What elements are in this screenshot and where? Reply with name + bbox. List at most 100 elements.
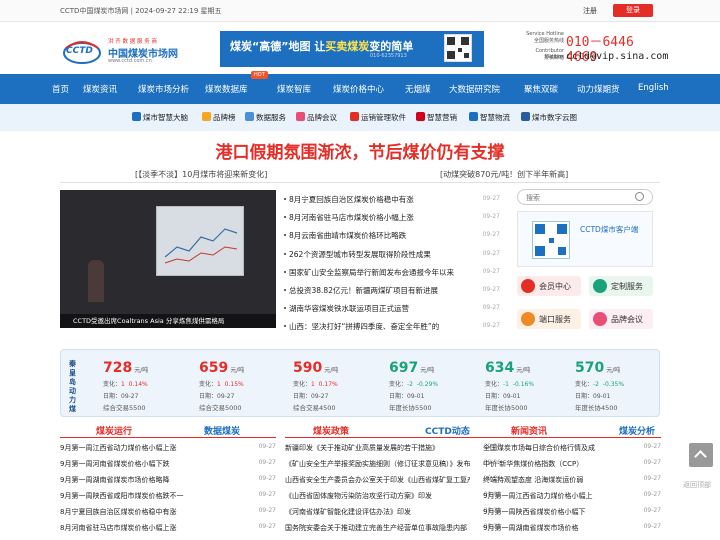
presentation-screen — [156, 206, 244, 276]
hot-badge: HOT — [251, 71, 268, 79]
login-button[interactable]: 登录 — [613, 4, 653, 17]
back-to-top-button[interactable] — [689, 443, 713, 467]
logo-url: www.cctd.com.cn — [108, 58, 152, 64]
nav-item-carbon[interactable]: 聚焦双碳 — [524, 83, 558, 95]
site-logo[interactable]: CCTD 洪 齐 数 据 服 务 商 中国煤炭市场网 www.cctd.com.… — [62, 34, 197, 68]
list-item[interactable]: 9月第一周江西省动力煤价格小幅上 09-27 — [483, 486, 661, 502]
site-date: CCTD中国煤炭市场网 | 2024-09-27 22:19 星期五 — [60, 7, 222, 15]
search-placeholder: 搜索 — [526, 194, 540, 202]
photo-caption: CCTD受邀出席Coaltrans Asia 分享炼焦煤供需格局 — [60, 314, 276, 328]
list-item[interactable]: 262个资源型城市转型发展取得阶段性成果 09-27 — [283, 245, 502, 263]
list-item[interactable]: 全国煤炭市场每日综合价格行情及成 09-27 — [483, 438, 661, 454]
list-item[interactable]: 9月第一周湖南省煤炭市场价格 09-27 — [483, 518, 661, 534]
price-card[interactable]: 728 元/吨 变化：1 0.14% 日期：09-27 综合交易5500 — [103, 360, 193, 412]
port-service-button[interactable]: 端口服务 — [517, 309, 581, 329]
nav-item-database[interactable]: 煤炭数据库 — [205, 83, 248, 95]
truck-icon — [469, 112, 478, 121]
ad-banner[interactable]: 煤炭“高德”地图 让买卖煤炭变的简单 010-62357913 — [220, 31, 484, 67]
subnav-data-service[interactable]: 数据服务 — [245, 112, 286, 123]
nav-item-home[interactable]: 首页 — [52, 83, 69, 95]
nav-item-english[interactable]: English — [638, 83, 669, 93]
member-center-button[interactable]: 会员中心 — [517, 276, 581, 296]
price-card[interactable]: 697 元/吨 变化：-2 -0.29% 日期：09-01 年度长协5500 — [389, 360, 479, 412]
list-item[interactable]: 9月第一周湖南省煤炭市场价格略降 09-27 — [60, 470, 276, 486]
news-column-policy: 煤炭政策 CCTD动态 新疆印发《关于推动矿业高质量发展的若干措施》 09-27 《… — [285, 424, 501, 534]
price-card[interactable]: 570 元/吨 变化：-2 -0.35% 日期：09-01 年度长协4500 — [575, 360, 665, 412]
subnav-brain[interactable]: 煤市智慧大脑 — [132, 112, 188, 123]
banner-title: 煤炭“高德”地图 让买卖煤炭变的简单 — [230, 40, 414, 53]
list-item[interactable]: 山西省安全生产委员会办公室关于印发《山西省煤矿复工复产验收管理办法》09-24 — [285, 470, 501, 486]
mailbox-email[interactable]: cctd@vip.sina.com — [566, 51, 668, 62]
featured-photo[interactable]: CCTD受邀出席Coaltrans Asia 分享炼焦煤供需格局 — [60, 190, 276, 328]
tab-coal-analysis[interactable]: 煤炭分析 — [619, 424, 655, 437]
tab-cctd-news[interactable]: CCTD动态 — [425, 424, 470, 437]
register-link[interactable]: 注册 — [583, 6, 597, 16]
port-icon — [521, 312, 535, 326]
tab-coal-data[interactable]: 数据煤炭 — [204, 424, 240, 437]
custom-service-button[interactable]: 定制服务 — [589, 276, 653, 296]
banner-sub: 010-62357913 — [370, 53, 407, 59]
tab-coal-operation[interactable]: 煤炭运行 — [96, 424, 132, 437]
price-card[interactable]: 590 元/吨 变化：1 0.17% 日期：09-27 综合交易4500 — [293, 360, 383, 412]
list-item[interactable]: 山西：坚决打好“拼搏四季度、奋定全年胜”的 09-27 — [283, 317, 502, 335]
client-download[interactable]: CCTD煤市客户端 — [517, 211, 653, 267]
nav-item-analysis[interactable]: 煤炭市场分析 — [138, 83, 189, 95]
price-card[interactable]: 659 元/吨 变化：1 0.15% 日期：09-27 综合交易5000 — [199, 360, 289, 412]
back-to-top-label[interactable]: 返回顶部 — [683, 480, 711, 490]
main-nav: 首页 煤炭资讯 煤炭市场分析 煤炭数据库 HOT 煤炭智库 煤炭价格中心 无烟煤… — [0, 71, 720, 104]
ticker-label: 秦皇岛动力煤 — [69, 360, 76, 413]
headline[interactable]: 港口假期氛围渐浓，节后煤价仍有支撑 — [0, 138, 720, 163]
subheadline-right[interactable]: [动煤突破870元/吨！创下半年新高] — [440, 169, 568, 180]
headline-news-list: 8月宁夏回族自治区煤炭价格稳中有涨 09-27 8月河南省驻马店市煤炭价格小幅上涨… — [283, 190, 502, 336]
list-item[interactable]: 湖南华容煤炭铁水联运项目正式运营 09-27 — [283, 299, 502, 317]
brand-meeting-button[interactable]: 品牌会议 — [589, 309, 653, 329]
nav-item-price-center[interactable]: 煤炭价格中心 — [333, 83, 384, 95]
nav-item-bigdata[interactable]: 大数据研究院 — [449, 83, 500, 95]
list-item[interactable]: 《山西省固体废物污染防治攻坚行动方案》印发 09-09 — [285, 486, 501, 502]
brand-meeting-icon — [593, 312, 607, 326]
list-item[interactable]: 8月宁夏回族自治区煤炭价格稳中有涨 09-27 — [283, 190, 502, 208]
list-item[interactable]: 9月第一周河南省煤炭价格小幅下跌 09-27 — [60, 454, 276, 470]
nav-item-thinktank[interactable]: 煤炭智库 — [277, 83, 311, 95]
nav-item-futures[interactable]: 动力煤期货 — [577, 83, 620, 95]
speaker-figure — [88, 260, 104, 302]
nav-item-anthracite[interactable]: 无烟煤 — [405, 83, 431, 95]
subheadline-left[interactable]: [【淡季不淡】10月煤市将迎来新变化] — [135, 169, 267, 180]
list-item[interactable]: 9月第一周陕西省煤炭价格小幅下 09-27 — [483, 502, 661, 518]
list-item[interactable]: 国务院安委会关于推动建立完善生产经营单位事故隐患内部 08-29 — [285, 518, 501, 534]
list-item[interactable]: 终端持观望态度 沿海煤炭运价弱 09-27 — [483, 470, 661, 486]
subnav-brand-meeting[interactable]: 品牌会议 — [296, 112, 337, 123]
list-item[interactable]: 8月河南省驻马店市煤炭价格小幅上涨 09-27 — [60, 518, 276, 534]
list-item[interactable]: 总投资38.82亿元！新疆两煤矿项目有新进展 09-27 — [283, 281, 502, 299]
subnav-marketing[interactable]: 智慧营销 — [416, 112, 457, 123]
custom-icon — [593, 279, 607, 293]
list-item[interactable]: 8月宁夏回族自治区煤炭价格稳中有涨 09-27 — [60, 502, 276, 518]
tab-news-info[interactable]: 新闻资讯 — [511, 424, 547, 437]
logo-slogan: 洪 齐 数 据 服 务 商 — [108, 39, 157, 45]
list-item[interactable]: 国家矿山安全监察局举行新闻发布会通报今年以来 09-27 — [283, 263, 502, 281]
list-item[interactable]: 8月云南省曲靖市煤炭价格环比略跌 09-27 — [283, 226, 502, 244]
hotline-label-cn: 全国服务热线 — [533, 38, 564, 44]
list-item[interactable]: 8月河南省驻马店市煤炭价格小幅上涨 09-27 — [283, 208, 502, 226]
list-item[interactable]: 新疆印发《关于推动矿业高质量发展的若干措施》 09-27 — [285, 438, 501, 454]
marketing-icon — [416, 112, 425, 121]
subnav-logistics[interactable]: 智慧物流 — [469, 112, 510, 123]
meeting-icon — [296, 112, 305, 121]
tab-coal-policy[interactable]: 煤炭政策 — [313, 424, 349, 437]
sub-nav: 煤市智慧大脑 品牌榜 数据服务 品牌会议 运销管理软件 智慧营销 智慧物流 煤市… — [0, 104, 720, 131]
list-item[interactable]: 9月第一周江西省动力煤价格小幅上涨 09-27 — [60, 438, 276, 454]
list-item[interactable]: 《河南省煤矿智能化建设评估办法》印发 08-29 — [285, 502, 501, 518]
subnav-cloud-map[interactable]: 煤市数字云图 — [521, 112, 577, 123]
rank-icon — [202, 112, 211, 121]
list-item[interactable]: 中价·新华焦煤价格指数（CCP） 09-27 — [483, 454, 661, 470]
list-item[interactable]: 《矿山安全生产举报奖励实施细则（修订征求意见稿）》发布 09-26 — [285, 454, 501, 470]
price-card[interactable]: 634 元/吨 变化：-1 -0.16% 日期：09-01 年度长协5000 — [485, 360, 575, 412]
list-item[interactable]: 9月第一周陕西省咸阳市煤炭价格跌不一 09-27 — [60, 486, 276, 502]
search-icon[interactable] — [635, 192, 644, 201]
nav-item-news[interactable]: 煤炭资讯 — [83, 83, 117, 95]
search-input[interactable]: 搜索 — [517, 189, 653, 205]
subnav-brand-rank[interactable]: 品牌榜 — [202, 112, 236, 123]
subnav-software[interactable]: 运销管理软件 — [350, 112, 406, 123]
member-icon — [521, 279, 535, 293]
banner-qr-icon — [444, 34, 472, 62]
